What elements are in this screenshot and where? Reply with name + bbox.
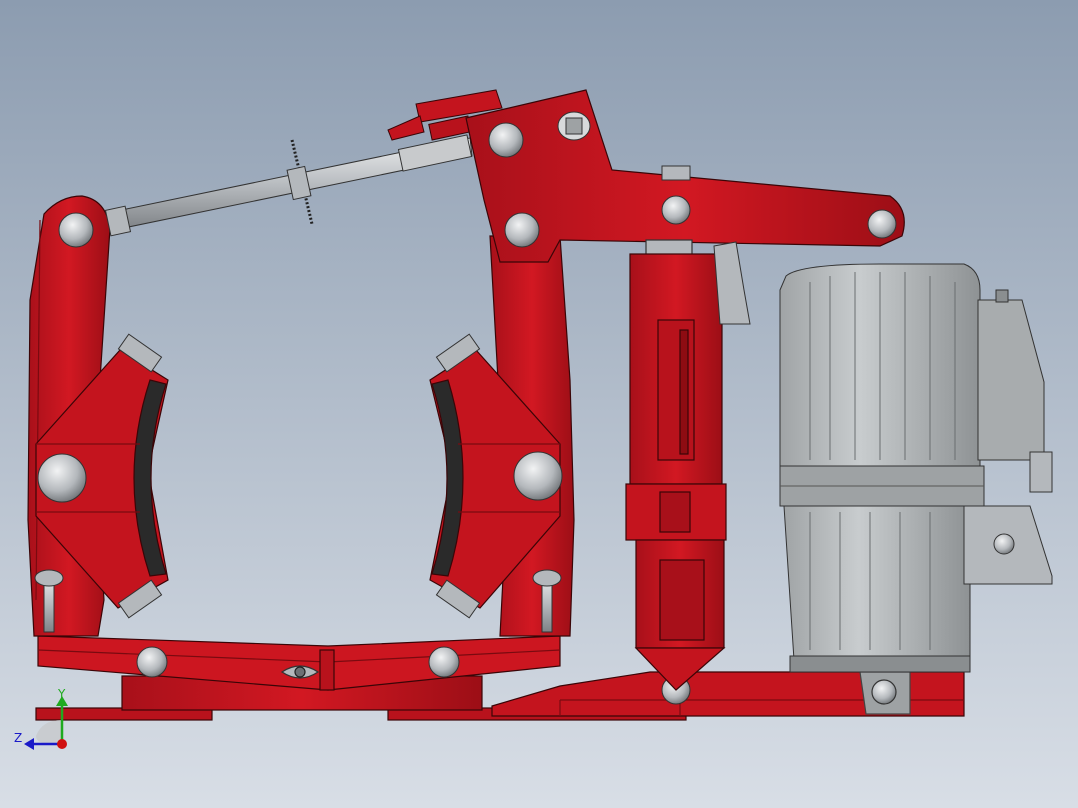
axis-x-dot <box>57 739 67 749</box>
axis-y-label: Y <box>57 687 66 701</box>
electric-motor[interactable] <box>779 263 985 673</box>
left-shoe-pivot-pin <box>37 453 87 503</box>
top-lever-clip <box>661 165 691 181</box>
left-arm-top-pin <box>58 212 94 248</box>
top-lever-nut <box>557 111 591 141</box>
axis-z-label: Z <box>14 731 22 745</box>
cad-viewport[interactable]: Y Z <box>0 0 1078 808</box>
right-shoe-pivot-pin <box>513 451 563 501</box>
hydraulic-thruster[interactable] <box>625 239 727 691</box>
brake-assembly-model[interactable]: Y Z <box>0 0 1078 808</box>
